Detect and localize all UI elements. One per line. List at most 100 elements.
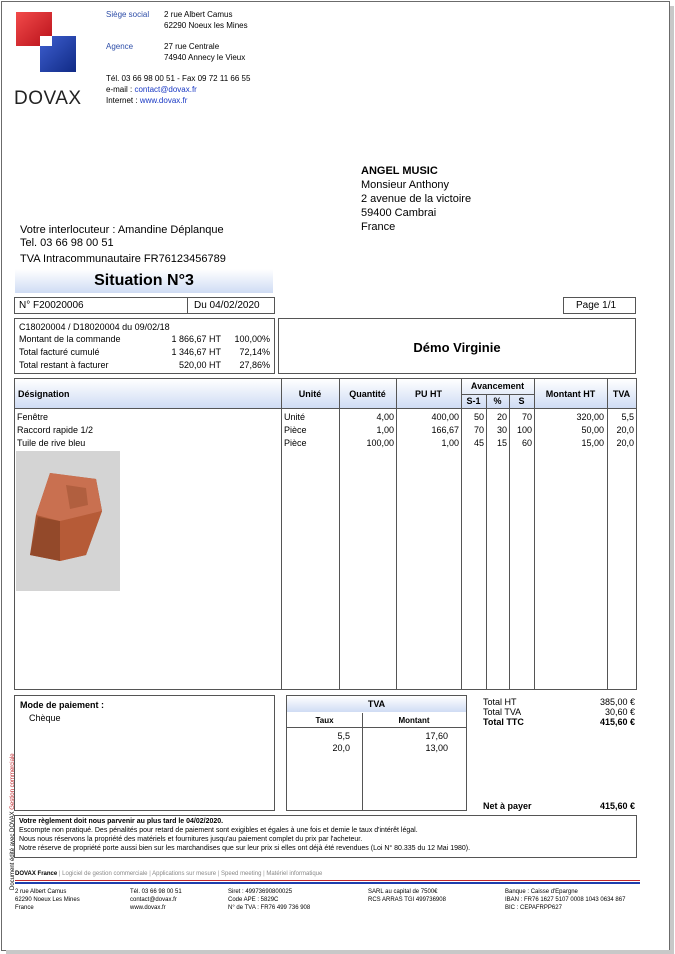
footer-text: N° de TVA : FR76 499 736 908 bbox=[228, 905, 311, 911]
client-contact: Monsieur Anthony bbox=[361, 179, 450, 191]
net-label: Net à payer bbox=[483, 801, 532, 811]
agence-line1: 27 rue Centrale bbox=[164, 42, 220, 51]
col-header-pct: % bbox=[493, 396, 502, 406]
cell-unite: Pièce bbox=[284, 438, 307, 448]
total-tva-value: 30,60 € bbox=[604, 707, 635, 717]
footer-col-company: SARL au capital de 7500€ RCS ARRAS TGI 4… bbox=[368, 888, 446, 904]
footer-links: DOVAX France | Logiciel de gestion comme… bbox=[15, 871, 323, 877]
logo-mark-icon bbox=[16, 12, 76, 72]
cell-pu-ht: 1,00 bbox=[441, 438, 459, 448]
cell-s: 70 bbox=[521, 412, 532, 422]
client-country: France bbox=[361, 221, 396, 233]
tva-row-montant: 13,00 bbox=[425, 743, 448, 753]
summary-row-amount: 1 346,67 HT bbox=[171, 347, 221, 357]
tva-row-montant: 17,60 bbox=[425, 731, 448, 741]
company-logo bbox=[14, 10, 84, 76]
email-link[interactable]: contact@dovax.fr bbox=[134, 85, 196, 94]
cell-montant: 50,00 bbox=[581, 425, 604, 435]
footer-brand: DOVAX France bbox=[15, 871, 58, 877]
cell-montant: 320,00 bbox=[576, 412, 604, 422]
footer-link[interactable]: Logiciel de gestion commerciale bbox=[62, 871, 147, 877]
agence-label: Agence bbox=[106, 42, 134, 51]
company-website-line: Internet : www.dovax.fr bbox=[106, 96, 187, 105]
footer-text: BIC : CEPAFRPP627 bbox=[505, 905, 562, 911]
footer-email-link[interactable]: contact@dovax.fr bbox=[130, 896, 182, 904]
cell-designation: Tuile de rive bleu bbox=[17, 438, 86, 448]
cell-tva: 20,0 bbox=[616, 425, 634, 435]
cell-designation: Fenêtre bbox=[17, 412, 49, 422]
tva-row-taux: 20,0 bbox=[332, 743, 350, 753]
payment-label: Mode de paiement : bbox=[20, 700, 105, 710]
col-header-avancement: Avancement bbox=[470, 381, 525, 391]
cell-s: 60 bbox=[521, 438, 532, 448]
conditions-line2: Escompte non pratiqué. Des pénalités pou… bbox=[19, 827, 418, 834]
cell-unite: Pièce bbox=[284, 425, 307, 435]
col-header-quantite: Quantité bbox=[349, 389, 386, 399]
cell-pu-ht: 166,67 bbox=[431, 425, 459, 435]
cell-pct: 20 bbox=[496, 412, 507, 422]
summary-row-amount: 1 866,67 HT bbox=[171, 334, 221, 344]
document-date: Du 04/02/2020 bbox=[194, 300, 260, 311]
conditions-line4: Notre réserve de propriété porte aussi b… bbox=[19, 845, 471, 852]
cell-s1: 45 bbox=[473, 438, 484, 448]
footer-col-legal: Siret : 49973690800025 Code APE : 5829C … bbox=[228, 888, 310, 912]
roof-tile-icon bbox=[30, 473, 102, 561]
page-number: Page 1/1 bbox=[576, 300, 617, 311]
footer-website-link[interactable]: www.dovax.fr bbox=[130, 904, 182, 912]
page-shadow-bottom bbox=[6, 950, 674, 954]
footer-text: France bbox=[15, 905, 34, 911]
company-email-line: e-mail : contact@dovax.fr bbox=[106, 85, 197, 94]
total-ttc-value: 415,60 € bbox=[599, 717, 635, 727]
col-header-s: S bbox=[518, 396, 525, 406]
footer-link[interactable]: Applications sur mesure bbox=[152, 871, 216, 877]
cell-tva: 5,5 bbox=[621, 412, 634, 422]
cell-quantite: 4,00 bbox=[376, 412, 394, 422]
website-link[interactable]: www.dovax.fr bbox=[140, 96, 188, 105]
document-title: Situation N°3 bbox=[15, 269, 273, 293]
total-ttc-label: Total TTC bbox=[483, 717, 524, 727]
summary-ref: C18020004 / D18020004 du 09/02/18 bbox=[19, 322, 170, 332]
footer-text: Code APE : 5829C bbox=[228, 897, 279, 903]
col-header-tva: TVA bbox=[612, 389, 631, 399]
footer-text: Siret : 49973690800025 bbox=[228, 889, 293, 895]
footer-col-contact: Tél. 03 66 98 00 51 contact@dovax.fr www… bbox=[130, 888, 182, 912]
col-header-unite: Unité bbox=[298, 389, 322, 399]
tva-col-taux: Taux bbox=[315, 716, 334, 725]
footer-text: Tél. 03 66 98 00 51 bbox=[130, 889, 182, 895]
cell-designation: Raccord rapide 1/2 bbox=[17, 425, 94, 435]
tva-box bbox=[286, 695, 467, 811]
tva-box-title: TVA bbox=[287, 696, 466, 712]
footer-link[interactable]: Speed meeting bbox=[221, 871, 261, 877]
footer-text: IBAN : FR76 1627 5107 0008 1043 0634 867 bbox=[505, 897, 626, 903]
footer-text: 62290 Noeux Les Mines bbox=[15, 897, 80, 903]
cell-tva: 20,0 bbox=[616, 438, 634, 448]
footer-rule-blue bbox=[15, 882, 640, 884]
cell-montant: 15,00 bbox=[581, 438, 604, 448]
conditions-line1: Votre règlement doit nous parvenir au pl… bbox=[19, 818, 224, 825]
internet-label: Internet : bbox=[106, 96, 138, 105]
footer-link[interactable]: Matériel informatique bbox=[266, 871, 322, 877]
total-tva-label: Total TVA bbox=[483, 707, 522, 717]
company-name: DOVAX bbox=[14, 88, 82, 109]
cell-pct: 15 bbox=[496, 438, 507, 448]
footer-text: Banque : Caisse d'Epargne bbox=[505, 889, 578, 895]
footer-text: RCS ARRAS TGI 499736908 bbox=[368, 897, 446, 903]
cell-quantite: 1,00 bbox=[376, 425, 394, 435]
footer-col-bank: Banque : Caisse d'Epargne IBAN : FR76 16… bbox=[505, 888, 625, 912]
summary-row-pct: 100,00% bbox=[234, 334, 270, 344]
siege-line2: 62290 Noeux les Mines bbox=[164, 21, 248, 30]
total-ht-label: Total HT bbox=[483, 697, 517, 707]
client-city: 59400 Cambrai bbox=[361, 207, 437, 219]
footer-col-address: 2 rue Albert Camus 62290 Noeux Les Mines… bbox=[15, 888, 80, 912]
net-value: 415,60 € bbox=[599, 801, 635, 811]
tva-intracom: TVA Intracommunautaire FR76123456789 bbox=[20, 253, 226, 265]
cell-s: 100 bbox=[516, 425, 532, 435]
footer-text: 2 rue Albert Camus bbox=[15, 889, 67, 895]
cell-s1: 70 bbox=[473, 425, 484, 435]
col-header-designation: Désignation bbox=[18, 389, 70, 399]
payment-value: Chèque bbox=[29, 713, 61, 723]
tva-row-taux: 5,5 bbox=[337, 731, 350, 741]
cell-s1: 50 bbox=[473, 412, 484, 422]
total-ht-value: 385,00 € bbox=[599, 697, 635, 707]
company-tel-fax: Tél. 03 66 98 00 51 - Fax 09 72 11 66 55 bbox=[106, 74, 251, 83]
